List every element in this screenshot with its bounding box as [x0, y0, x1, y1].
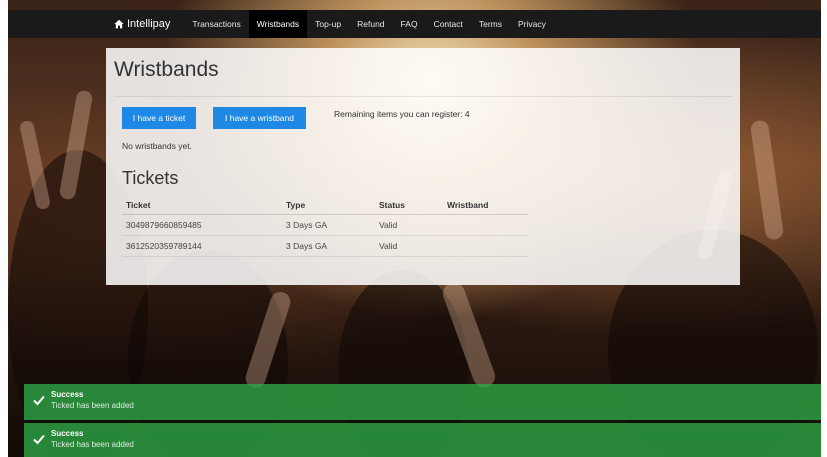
table-header-row: Ticket Type Status Wristband [122, 195, 528, 215]
column-header-type: Type [282, 195, 375, 215]
ticket-type: 3 Days GA [282, 235, 375, 257]
toast-message: Ticked has been added [51, 440, 134, 449]
toast-message: Ticked has been added [51, 401, 134, 410]
tickets-heading: Tickets [122, 168, 179, 188]
have-wristband-button[interactable]: I have a wristband [213, 107, 306, 129]
success-toast[interactable]: Success Ticked has been added [24, 384, 821, 420]
home-icon [114, 19, 124, 29]
tickets-table: Ticket Type Status Wristband 30498796608… [122, 195, 528, 257]
success-toast[interactable]: Success Ticked has been added [24, 423, 821, 457]
toast-title: Success [51, 429, 84, 438]
ticket-type: 3 Days GA [282, 214, 375, 236]
nav-transactions[interactable]: Transactions [184, 10, 248, 38]
title-divider [114, 96, 732, 97]
ticket-wristband [443, 214, 528, 236]
table-row: 3049879660859485 3 Days GA Valid [122, 214, 528, 236]
nav-inner: Intellipay Transactions Wristbands Top-u… [114, 10, 554, 38]
check-icon [33, 434, 45, 445]
nav-top-up[interactable]: Top-up [307, 10, 349, 38]
toast-title: Success [51, 390, 84, 399]
page-title: Wristbands [114, 58, 219, 81]
navbar: Intellipay Transactions Wristbands Top-u… [8, 10, 821, 38]
nav-faq[interactable]: FAQ [393, 10, 426, 38]
screen: Intellipay Transactions Wristbands Top-u… [8, 0, 821, 457]
check-icon [33, 395, 45, 406]
brand-label: Intellipay [127, 18, 171, 30]
brand-link[interactable]: Intellipay [114, 18, 170, 30]
no-wristbands-text: No wristbands yet. [122, 141, 192, 151]
have-ticket-button[interactable]: I have a ticket [122, 107, 196, 129]
column-header-wristband: Wristband [443, 195, 528, 215]
ticket-number: 3612520359789144 [122, 235, 282, 257]
nav-contact[interactable]: Contact [426, 10, 471, 38]
ticket-number: 3049879660859485 [122, 214, 282, 236]
nav-wristbands[interactable]: Wristbands [248, 10, 308, 38]
column-header-ticket: Ticket [122, 195, 282, 215]
table-row: 3612520359789144 3 Days GA Valid [122, 235, 528, 257]
wristbands-panel: Wristbands I have a ticket I have a wris… [106, 48, 740, 285]
column-header-status: Status [375, 195, 443, 215]
ticket-status: Valid [375, 214, 443, 236]
remaining-items-text: Remaining items you can register: 4 [334, 109, 470, 119]
nav-refund[interactable]: Refund [349, 10, 392, 38]
nav-terms[interactable]: Terms [471, 10, 510, 38]
ticket-status: Valid [375, 235, 443, 257]
nav-privacy[interactable]: Privacy [510, 10, 554, 38]
ticket-wristband [443, 235, 528, 257]
